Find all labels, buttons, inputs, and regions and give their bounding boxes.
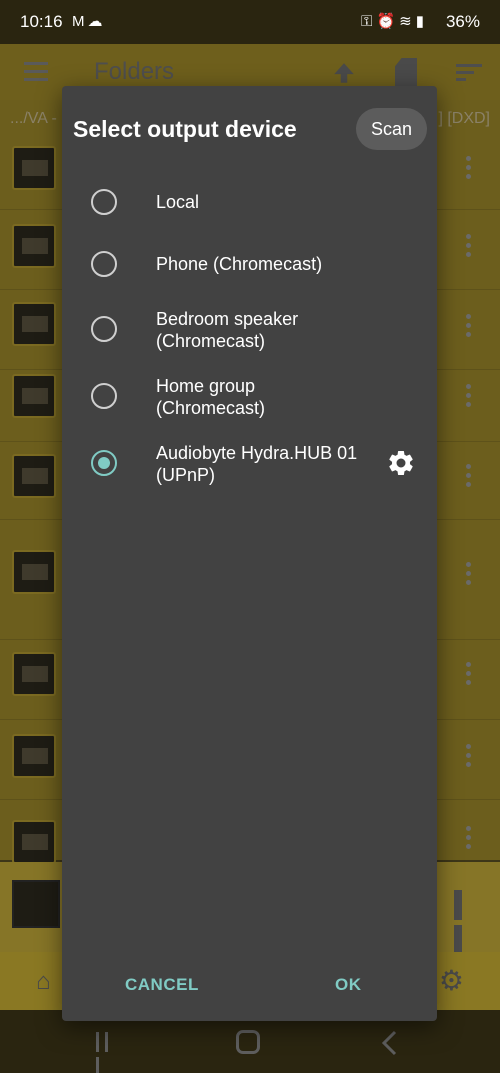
status-bar: 10:16 M☁ ⚿⏰≋▮ 36% bbox=[0, 0, 500, 44]
album-art bbox=[12, 652, 56, 696]
more-options-icon[interactable] bbox=[466, 234, 472, 258]
device-label: Home group (Chromecast) bbox=[156, 376, 266, 418]
more-options-icon[interactable] bbox=[466, 562, 472, 586]
path-breadcrumb: .../VA - bbox=[10, 110, 57, 127]
device-settings-icon[interactable] bbox=[386, 448, 416, 478]
notification-icons: M☁ bbox=[72, 12, 106, 30]
signal-icon: ▮ bbox=[415, 13, 428, 30]
device-option-bedroom-speaker[interactable]: Bedroom speaker (Chromecast) bbox=[62, 296, 437, 360]
radio-button[interactable] bbox=[91, 189, 117, 215]
more-options-icon[interactable] bbox=[466, 662, 472, 686]
pause-icon[interactable] bbox=[454, 890, 478, 955]
more-options-icon[interactable] bbox=[466, 744, 472, 768]
cloud-icon: ☁ bbox=[87, 13, 106, 30]
device-label: Phone (Chromecast) bbox=[156, 254, 323, 274]
device-label: Bedroom speaker (Chromecast) bbox=[156, 309, 299, 351]
now-playing-art bbox=[12, 880, 60, 928]
device-option-local[interactable]: Local bbox=[62, 170, 437, 234]
menu-icon[interactable] bbox=[24, 62, 48, 81]
battery-level: 36% bbox=[445, 12, 480, 31]
album-art bbox=[12, 224, 56, 268]
album-art bbox=[12, 146, 56, 190]
gmail-icon: M bbox=[72, 13, 88, 30]
album-art bbox=[12, 734, 56, 778]
status-time: 10:16 bbox=[20, 12, 63, 31]
scan-button[interactable]: Scan bbox=[356, 108, 427, 150]
toolbar-title: Folders bbox=[94, 58, 175, 85]
album-art bbox=[12, 454, 56, 498]
more-options-icon[interactable] bbox=[466, 314, 472, 338]
system-status-icons: ⚿⏰≋▮ bbox=[361, 12, 428, 30]
radio-button-selected[interactable] bbox=[91, 450, 117, 476]
alarm-icon: ⏰ bbox=[376, 13, 400, 30]
album-art bbox=[12, 550, 56, 594]
ok-button[interactable]: OK bbox=[335, 975, 362, 995]
back-icon[interactable] bbox=[380, 1030, 398, 1056]
select-output-device-dialog: Select output device Scan Local Phone (C… bbox=[62, 86, 437, 1021]
device-option-audiobyte-hydra-hub[interactable]: Audiobyte Hydra.HUB 01 (UPnP) bbox=[62, 430, 437, 494]
album-art bbox=[12, 374, 56, 418]
album-art bbox=[12, 302, 56, 346]
cancel-button[interactable]: CANCEL bbox=[125, 975, 199, 995]
sort-icon[interactable] bbox=[456, 64, 482, 82]
recent-apps-icon[interactable] bbox=[96, 1032, 120, 1073]
radio-button[interactable] bbox=[91, 251, 117, 277]
sd-card-icon[interactable] bbox=[395, 58, 417, 86]
dialog-title: Select output device bbox=[73, 116, 297, 142]
key-icon: ⚿ bbox=[361, 13, 377, 30]
path-breadcrumb-suffix: ] [DXD] bbox=[438, 110, 490, 127]
radio-button[interactable] bbox=[91, 383, 117, 409]
more-options-icon[interactable] bbox=[466, 826, 472, 850]
device-option-home-group[interactable]: Home group (Chromecast) bbox=[62, 363, 437, 427]
more-options-icon[interactable] bbox=[466, 156, 472, 180]
wifi-icon: ≋ bbox=[399, 13, 416, 30]
device-label: Local bbox=[156, 192, 200, 212]
album-art bbox=[12, 820, 56, 864]
more-options-icon[interactable] bbox=[466, 464, 472, 488]
device-option-phone[interactable]: Phone (Chromecast) bbox=[62, 232, 437, 296]
radio-button[interactable] bbox=[91, 316, 117, 342]
folder-up-icon[interactable] bbox=[331, 60, 357, 86]
home-button-icon[interactable] bbox=[236, 1030, 260, 1054]
device-label: Audiobyte Hydra.HUB 01 (UPnP) bbox=[156, 443, 358, 485]
more-options-icon[interactable] bbox=[466, 384, 472, 408]
settings-icon[interactable]: ⚙ bbox=[439, 964, 464, 997]
home-icon[interactable]: ⌂ bbox=[36, 968, 51, 996]
